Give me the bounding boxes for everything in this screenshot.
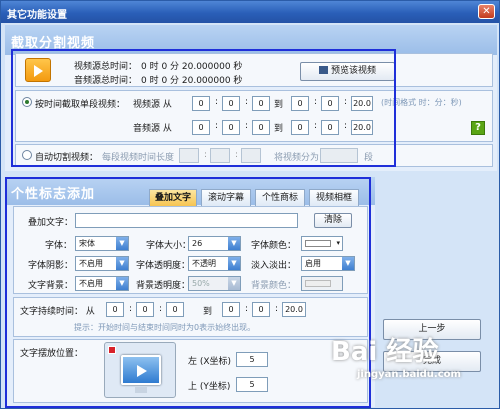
watermark-url: jingyan.baidu.com xyxy=(357,369,461,380)
highlight-frame-top xyxy=(11,49,396,167)
window-title: 其它功能设置 xyxy=(7,10,67,21)
title-bar: 其它功能设置 ✕ xyxy=(1,1,499,23)
help-icon[interactable]: ? xyxy=(471,121,485,135)
close-button[interactable]: ✕ xyxy=(478,4,495,19)
watermark-brand: Bai 经验 xyxy=(331,337,439,367)
highlight-frame-bottom xyxy=(5,177,371,408)
dialog-window: 其它功能设置 ✕ 截取分割视频 视频源总时间： 0 时 0 分 20.00000… xyxy=(0,0,500,409)
